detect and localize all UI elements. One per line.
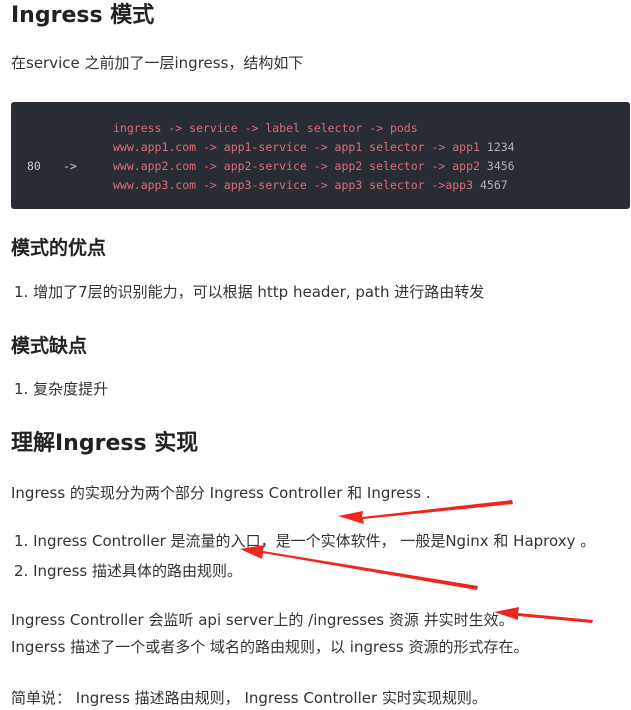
annotation-arrow [240, 545, 478, 590]
annotation-arrow [494, 607, 593, 623]
annotation-arrows [240, 500, 593, 623]
annotation-arrow [338, 500, 513, 524]
